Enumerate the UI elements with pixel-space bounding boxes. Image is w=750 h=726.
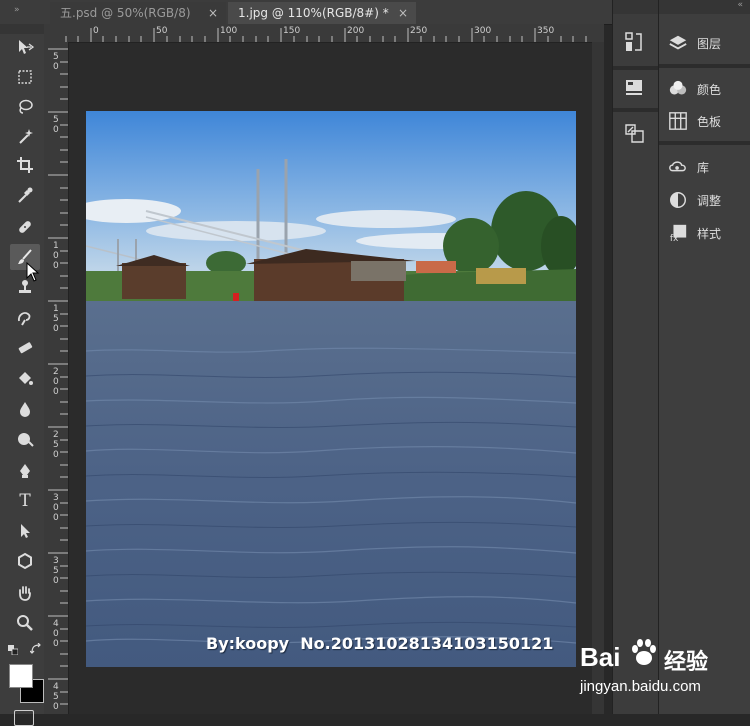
panel-divider (613, 66, 658, 70)
library-icon (667, 156, 689, 178)
collapsed-panel-strip (612, 0, 658, 714)
blur-tool-icon[interactable] (10, 396, 40, 422)
ruler-label: 3 5 0 (53, 556, 59, 586)
move-tool-icon[interactable] (10, 34, 40, 60)
paw-logo-icon (628, 636, 660, 668)
tab-jpg-document[interactable]: 1.jpg @ 110%(RGB/8#) * × (228, 2, 416, 24)
panel-dock-grip[interactable]: « (659, 0, 750, 14)
ruler-label: 300 (474, 26, 492, 36)
layers-icon (667, 32, 689, 54)
paint-bucket-tool-icon[interactable] (10, 365, 40, 391)
swap-colors-icon[interactable] (29, 640, 42, 654)
panel-item-label: 色板 (697, 114, 722, 129)
history-brush-tool-icon[interactable] (10, 305, 40, 331)
color-icon (667, 78, 689, 100)
tab-label: 五.psd @ 50%(RGB/8) (60, 6, 191, 20)
panel-item-adjustments[interactable]: 调整 (667, 185, 750, 215)
foreground-color-swatch[interactable] (9, 664, 33, 688)
hand-tool-icon[interactable] (10, 580, 40, 606)
panel-item-color[interactable]: 颜色 (667, 74, 750, 104)
panel-divider (659, 64, 750, 68)
history-panel-icon[interactable] (623, 30, 645, 54)
vertical-ruler: 5 0 5 0 1 0 0 1 5 0 2 0 0 2 5 0 3 0 0 3 … (44, 42, 69, 714)
panel-divider (613, 108, 658, 112)
default-colors-icon[interactable] (8, 640, 19, 656)
panel-item-label: 颜色 (697, 82, 722, 97)
eyedropper-tool-icon[interactable] (10, 182, 40, 208)
ruler-label: 2 0 0 (53, 367, 59, 397)
ruler-label: 0 (93, 26, 99, 36)
photo-caption: By:koopy No.20131028134103150121 (206, 634, 554, 653)
shape-tool-icon[interactable] (10, 548, 40, 574)
character-panel-icon[interactable] (623, 122, 647, 146)
eraser-tool-icon[interactable] (10, 335, 40, 361)
watermark-url: jingyan.baidu.com (580, 678, 701, 695)
ruler-label: 5 0 (53, 52, 59, 72)
vertical-scrollbar[interactable] (592, 42, 604, 714)
ruler-label: 100 (220, 26, 238, 36)
adjustments-icon (667, 189, 689, 211)
ruler-label: 2 5 0 (53, 430, 59, 460)
panel-divider (659, 141, 750, 145)
ruler-label: 50 (156, 26, 168, 36)
tools-panel: T (0, 24, 45, 726)
zoom-tool-icon[interactable] (10, 610, 40, 636)
crop-tool-icon[interactable] (10, 152, 40, 178)
document-tab-bar: 五.psd @ 50%(RGB/8) × 1.jpg @ 110%(RGB/8#… (0, 0, 612, 25)
ruler-label: 150 (283, 26, 301, 36)
panel-strip-grip[interactable] (613, 0, 658, 14)
panels-dock: « 图层 颜色 色板 库 调整 fx 样式 (658, 0, 750, 714)
horizontal-ruler: 0 50 100 150 200 250 300 350 (44, 24, 604, 43)
watermark-brand-suffix: 经验 (664, 650, 709, 675)
type-tool-icon[interactable]: T (10, 488, 40, 514)
ruler-label: 3 0 0 (53, 493, 59, 523)
svg-text:fx: fx (670, 234, 679, 243)
panel-item-label: 图层 (697, 36, 722, 51)
info-panel-icon[interactable] (623, 76, 645, 98)
magic-wand-tool-icon[interactable] (10, 123, 40, 149)
ruler-label: 350 (537, 26, 555, 36)
panel-item-swatches[interactable]: 色板 (667, 106, 750, 136)
collapse-arrows-icon[interactable]: » (14, 5, 20, 15)
ruler-label: 250 (410, 26, 428, 36)
ruler-label: 5 0 (53, 115, 59, 135)
quick-mask-icon[interactable] (14, 710, 34, 726)
marquee-tool-icon[interactable] (10, 64, 40, 90)
panel-item-libraries[interactable]: 库 (667, 152, 750, 182)
panel-item-layers[interactable]: 图层 (667, 28, 750, 58)
tab-psd-document[interactable]: 五.psd @ 50%(RGB/8) × (50, 2, 226, 24)
ruler-label: 4 0 0 (53, 619, 59, 649)
mouse-cursor-icon (26, 261, 40, 282)
panel-item-label: 调整 (697, 193, 722, 208)
tab-label: 1.jpg @ 110%(RGB/8#) * (238, 6, 389, 20)
panel-item-styles[interactable]: fx 样式 (667, 218, 750, 248)
ruler-label: 4 5 0 (53, 682, 59, 712)
baidu-jingyan-watermark: Bai 经验 jingyan.baidu.com (580, 639, 750, 710)
pen-tool-icon[interactable] (10, 458, 40, 484)
ruler-label: 1 0 0 (53, 241, 59, 271)
swatches-icon (667, 110, 689, 132)
panel-item-label: 样式 (697, 226, 722, 241)
lasso-tool-icon[interactable] (10, 94, 40, 120)
dodge-tool-icon[interactable] (10, 426, 40, 452)
watermark-brand: Bai (580, 642, 621, 672)
close-icon[interactable]: × (208, 2, 218, 24)
ruler-label: 200 (347, 26, 365, 36)
collapse-arrows-icon[interactable]: « (737, 0, 743, 10)
healing-brush-tool-icon[interactable] (10, 214, 40, 240)
close-icon[interactable]: × (398, 2, 408, 24)
document-image[interactable]: By:koopy No.20131028134103150121 (86, 111, 576, 667)
ruler-label: 1 5 0 (53, 304, 59, 334)
toolbar-grip[interactable] (0, 24, 44, 34)
styles-icon: fx (667, 222, 689, 244)
panel-item-label: 库 (697, 160, 710, 175)
path-selection-tool-icon[interactable] (10, 518, 40, 544)
